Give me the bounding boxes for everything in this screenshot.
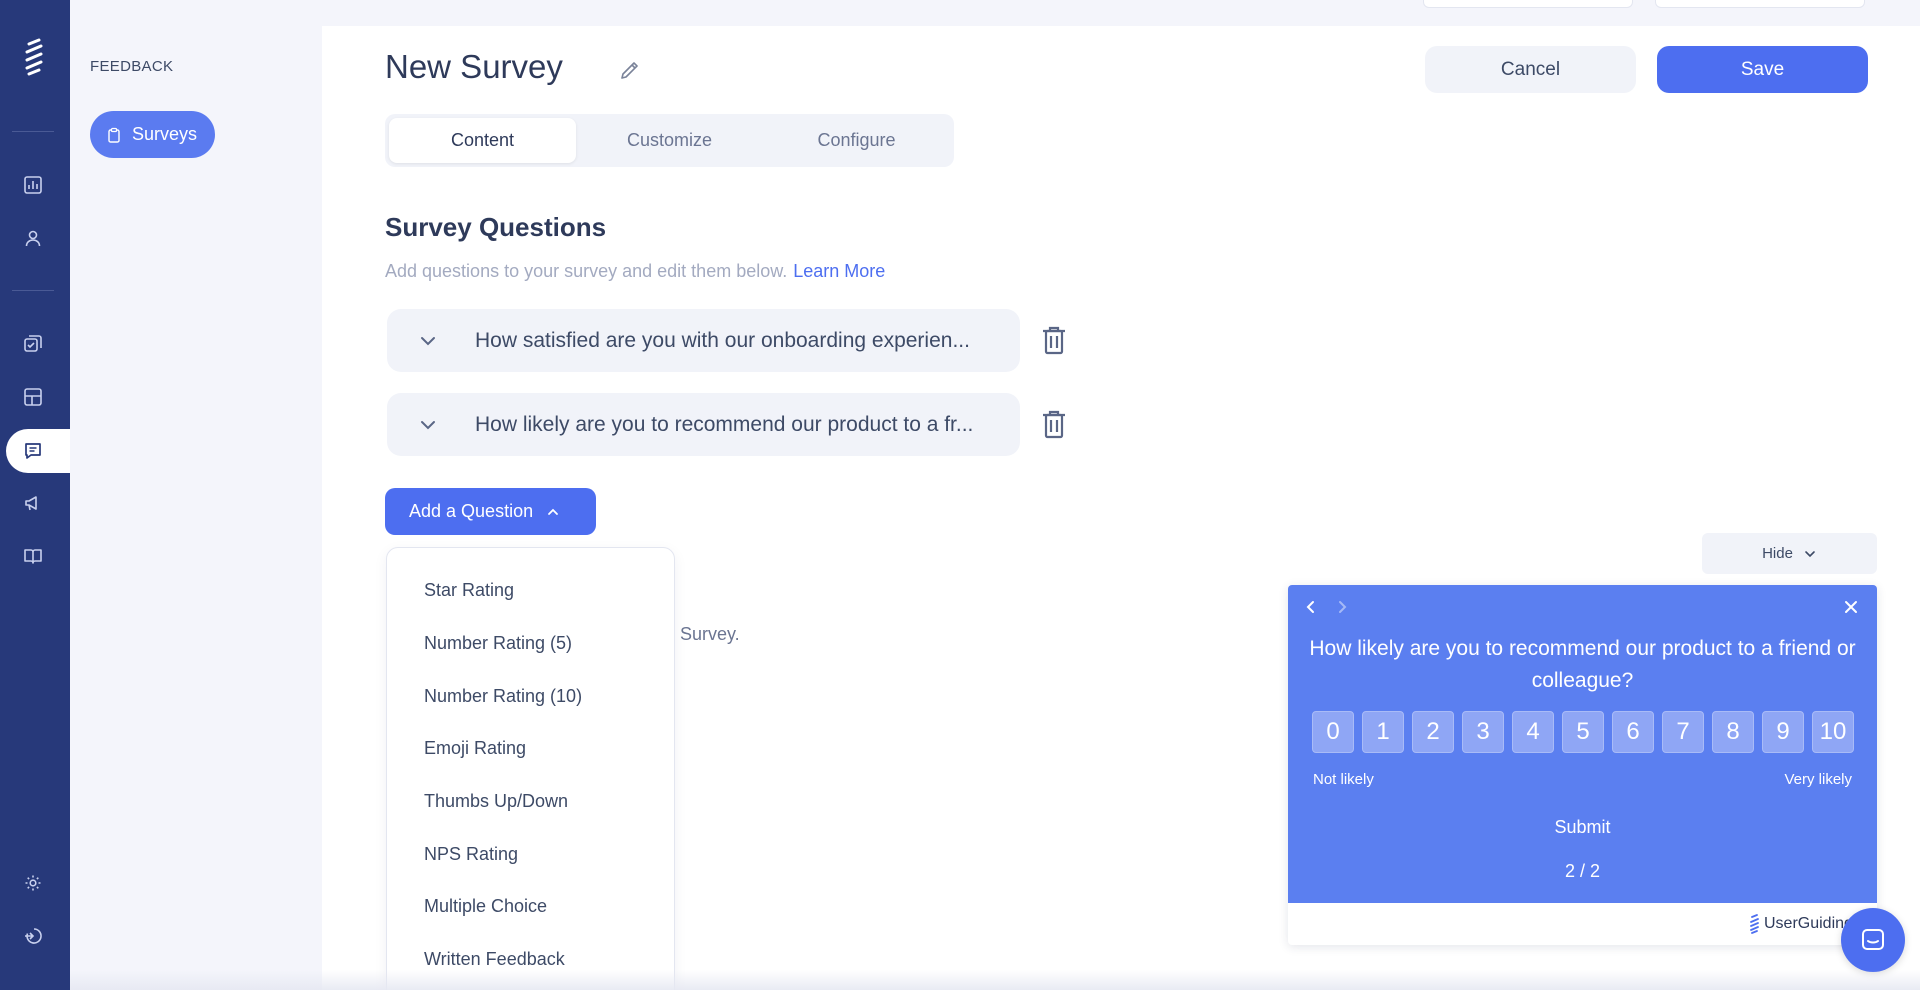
settings-gear-icon[interactable] bbox=[21, 871, 45, 895]
chevron-down-icon[interactable] bbox=[417, 330, 439, 352]
brand-name: UserGuiding bbox=[1764, 915, 1853, 932]
logout-icon[interactable] bbox=[21, 924, 45, 948]
menu-item-thumbs-up-down[interactable]: Thumbs Up/Down bbox=[424, 791, 568, 812]
close-icon[interactable] bbox=[1842, 598, 1860, 616]
tab-content[interactable]: Content bbox=[389, 118, 576, 163]
resource-center-icon[interactable] bbox=[21, 385, 45, 409]
nps-option[interactable]: 0 bbox=[1312, 711, 1354, 753]
nps-option[interactable]: 10 bbox=[1812, 711, 1854, 753]
sidebar-item-label: Surveys bbox=[132, 124, 198, 144]
top-bar bbox=[322, 0, 1920, 26]
section-title: Survey Questions bbox=[385, 212, 607, 242]
userguiding-logo-icon bbox=[1750, 914, 1759, 934]
sidebar-item-surveys[interactable]: Surveys bbox=[90, 111, 215, 158]
nps-option[interactable]: 9 bbox=[1762, 711, 1804, 753]
chevron-down-icon bbox=[1805, 550, 1815, 557]
tab-configure[interactable]: Configure bbox=[763, 118, 950, 163]
menu-item-star-rating[interactable]: Star Rating bbox=[424, 580, 514, 601]
preview-question: How likely are you to recommend our prod… bbox=[1309, 637, 1856, 692]
sidebar-section-label: FEEDBACK bbox=[90, 58, 174, 75]
preview-submit-button[interactable]: Submit bbox=[1288, 817, 1877, 838]
hide-label: Hide bbox=[1762, 545, 1793, 562]
chevron-up-icon bbox=[548, 508, 558, 515]
nps-option[interactable]: 2 bbox=[1412, 711, 1454, 753]
nps-option[interactable]: 1 bbox=[1362, 711, 1404, 753]
page-title: New Survey bbox=[385, 48, 563, 85]
preview-panel: How likely are you to recommend our prod… bbox=[1288, 585, 1877, 903]
scale-high-label: Very likely bbox=[1784, 771, 1852, 788]
menu-item-written-feedback[interactable]: Written Feedback bbox=[424, 949, 565, 970]
tab-customize[interactable]: Customize bbox=[576, 118, 763, 163]
cancel-button[interactable]: Cancel bbox=[1425, 46, 1636, 93]
rail-divider bbox=[12, 290, 54, 291]
question-text: How satisfied are you with our onboardin… bbox=[475, 328, 970, 352]
trash-icon[interactable] bbox=[1040, 325, 1068, 355]
brand-badge: UserGuiding bbox=[1748, 914, 1853, 934]
menu-item-emoji-rating[interactable]: Emoji Rating bbox=[424, 738, 526, 759]
trash-icon[interactable] bbox=[1040, 409, 1068, 439]
question-type-menu: Star Rating Number Rating (5) Number Rat… bbox=[386, 547, 675, 990]
menu-item-number-rating-5[interactable]: Number Rating (5) bbox=[424, 633, 572, 654]
announcements-icon[interactable] bbox=[21, 491, 45, 515]
userguiding-logo-icon[interactable] bbox=[20, 38, 50, 76]
scale-low-label: Not likely bbox=[1313, 771, 1374, 788]
nps-option[interactable]: 8 bbox=[1712, 711, 1754, 753]
menu-item-nps-rating[interactable]: NPS Rating bbox=[424, 844, 518, 865]
question-text: How likely are you to recommend our prod… bbox=[475, 412, 974, 436]
analytics-icon[interactable] bbox=[21, 173, 45, 197]
hide-preview-button[interactable]: Hide bbox=[1702, 533, 1877, 574]
users-icon[interactable] bbox=[21, 226, 45, 250]
knowledge-base-icon[interactable] bbox=[21, 544, 45, 568]
nps-option[interactable]: 4 bbox=[1512, 711, 1554, 753]
top-bar-widget[interactable] bbox=[1655, 0, 1865, 8]
section-subtitle: Add questions to your survey and edit th… bbox=[385, 261, 885, 282]
chat-icon bbox=[1862, 929, 1884, 950]
question-row[interactable]: How likely are you to recommend our prod… bbox=[387, 393, 1020, 456]
save-button[interactable]: Save bbox=[1657, 46, 1868, 93]
tab-bar: Content Customize Configure bbox=[385, 114, 954, 167]
add-question-button[interactable]: Add a Question bbox=[385, 488, 596, 535]
add-question-label: Add a Question bbox=[409, 501, 534, 521]
nps-option[interactable]: 3 bbox=[1462, 711, 1504, 753]
edit-pencil-icon[interactable] bbox=[618, 58, 642, 82]
chevron-left-icon[interactable] bbox=[1302, 598, 1320, 616]
chat-launcher-button[interactable] bbox=[1841, 908, 1905, 972]
nps-option[interactable]: 7 bbox=[1662, 711, 1704, 753]
chevron-right-icon[interactable] bbox=[1333, 598, 1351, 616]
subtitle-text: Add questions to your survey and edit th… bbox=[385, 261, 788, 281]
chevron-down-icon[interactable] bbox=[417, 414, 439, 436]
nps-option[interactable]: 5 bbox=[1562, 711, 1604, 753]
rail-divider bbox=[12, 131, 54, 132]
page-indicator: 2 / 2 bbox=[1564, 861, 1601, 881]
checklists-icon[interactable] bbox=[21, 332, 45, 356]
top-bar-widget[interactable] bbox=[1423, 0, 1633, 8]
learn-more-link[interactable]: Learn More bbox=[793, 261, 885, 281]
nps-scale: 0 1 2 3 4 5 6 7 8 9 10 bbox=[1312, 711, 1854, 753]
nps-option[interactable]: 6 bbox=[1612, 711, 1654, 753]
secondary-sidebar: FEEDBACK Surveys bbox=[70, 0, 322, 990]
clipboard-icon bbox=[108, 127, 120, 143]
menu-item-number-rating-10[interactable]: Number Rating (10) bbox=[424, 686, 582, 707]
menu-item-multiple-choice[interactable]: Multiple Choice bbox=[424, 896, 547, 917]
feedback-icon[interactable] bbox=[21, 439, 45, 463]
background-hint-text: Survey. bbox=[680, 624, 740, 644]
bottom-shadow bbox=[70, 970, 1920, 990]
survey-preview: How likely are you to recommend our prod… bbox=[1288, 585, 1877, 945]
icon-rail bbox=[0, 0, 76, 990]
question-row[interactable]: How satisfied are you with our onboardin… bbox=[387, 309, 1020, 372]
